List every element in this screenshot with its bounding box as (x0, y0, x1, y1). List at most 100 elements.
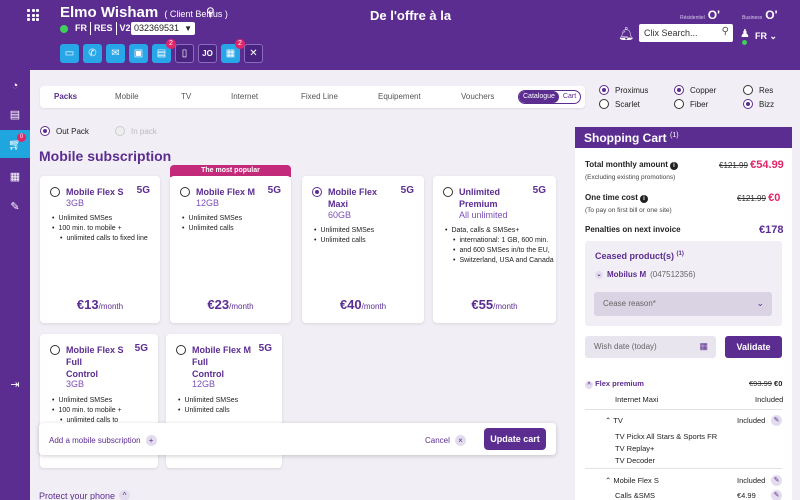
wish-date-input[interactable]: Wish date (today) ▦ (585, 336, 716, 358)
edit-icon[interactable]: ✎ (771, 475, 782, 486)
protect-phone-link[interactable]: Protect your phone ^ (39, 490, 131, 500)
out-pack-option[interactable]: Out Pack (40, 126, 89, 136)
radio-res[interactable] (743, 85, 753, 95)
radio-in-pack[interactable] (115, 126, 125, 136)
sidebar-documents-icon[interactable]: ▤ (0, 100, 30, 128)
sidebar-search-icon[interactable]: ◔ (0, 72, 30, 100)
update-cart-button[interactable]: Update cart (484, 428, 546, 450)
bell-icon[interactable]: 🔔︎ (618, 26, 635, 42)
filter-bizz[interactable]: Bizz (743, 97, 774, 111)
search-icon[interactable]: ⚲ (722, 26, 729, 37)
ceased-item[interactable]: ⌄ Mobilus M (047512356) (595, 270, 695, 279)
toggle-catalogue[interactable]: Catalogue (519, 91, 559, 103)
plan-card-flex-s[interactable]: Mobile Flex S 5G 3GB Unlimited SMSes 100… (40, 176, 160, 323)
filter-res[interactable]: Res (743, 83, 774, 97)
add-mobile-subscription-link[interactable]: Add a mobile subscription + (49, 435, 157, 446)
network-badge: 5G (134, 343, 148, 354)
chevron-down-icon: ⌄ (769, 31, 778, 41)
app-grid-icon[interactable] (27, 9, 39, 21)
tab-vouchers[interactable]: Vouchers (461, 92, 494, 101)
radio-unlimited-premium[interactable] (443, 187, 453, 197)
phone-icon[interactable]: ✆ (83, 44, 102, 63)
edit-icon[interactable]: ✎ (771, 490, 782, 500)
plan-card-flex-m[interactable]: Mobile Flex M 5G 12GB Unlimited SMSes Un… (170, 176, 291, 323)
mobile-icon[interactable]: ▯ (175, 44, 194, 63)
mobile-flex-s-toggle[interactable]: ⌃ Mobile Flex S (605, 476, 659, 485)
radio-scarlet[interactable] (599, 99, 609, 109)
calendar-icon[interactable]: ▦ (699, 341, 708, 352)
radio-bizz[interactable] (743, 99, 753, 109)
tab-equipement[interactable]: Equipement (378, 92, 421, 101)
filter-proximus[interactable]: Proximus (599, 83, 648, 97)
radio-flex-s-full-control[interactable] (50, 345, 60, 355)
sidebar-tools-icon[interactable]: ✎ (0, 192, 30, 220)
document-icon[interactable]: ▤ 2 (152, 39, 176, 63)
tv-icon[interactable]: ▣ (129, 44, 148, 63)
plan-data: All unlimited (459, 210, 508, 220)
sidebar-logout-icon[interactable]: ⇥ (0, 370, 30, 398)
network-badge: 5G (136, 185, 150, 196)
cancel-button[interactable]: Cancel × (425, 435, 466, 446)
validate-button[interactable]: Validate (725, 336, 782, 358)
onetime-note: (To pay on first bill or one site) (585, 207, 672, 214)
edit-icon[interactable]: ✎ (771, 415, 782, 426)
tv-toggle[interactable]: ⌃ TV (605, 416, 623, 425)
email-icon[interactable]: ✉ (106, 44, 125, 63)
language-select[interactable]: FR ⌄ (755, 31, 777, 42)
plan-card-flex-maxi[interactable]: Mobile FlexMaxi 5G 60GB Unlimited SMSes … (302, 176, 424, 323)
radio-out-pack[interactable] (40, 126, 50, 136)
key-icon[interactable]: ⚲ (206, 5, 215, 19)
tv-item: TV Pickx All Stars & Sports FR (615, 432, 718, 441)
plan-data: 60GB (328, 210, 352, 220)
tab-tv[interactable]: TV (181, 92, 191, 101)
plan-name: Mobile Flex S Full Control (66, 345, 124, 379)
sidebar-calculator-icon[interactable]: ▦ (0, 162, 30, 190)
radio-flex-m[interactable] (180, 187, 190, 197)
radio-flex-m-full-control[interactable] (176, 345, 186, 355)
monthly-note: (Excluding existing promotions) (585, 174, 676, 181)
radio-proximus[interactable] (599, 85, 609, 95)
shopping-cart: Shopping Cart (1) Total monthly amount i … (575, 127, 792, 500)
customer-card-icon[interactable]: ▭ (60, 44, 79, 63)
tab-mobile[interactable]: Mobile (115, 92, 139, 101)
info-icon[interactable]: i (669, 162, 678, 170)
package-icon[interactable]: ▦ 2 (221, 39, 245, 63)
brand-residential[interactable]: Résidentiel O' (680, 8, 720, 22)
jo-button[interactable]: JO (198, 44, 217, 63)
toggle-cart[interactable]: Cart (559, 91, 580, 103)
radio-flex-maxi[interactable] (312, 187, 322, 197)
number-select[interactable]: 032369531 ▼ (131, 22, 195, 35)
tv-included: Included (737, 416, 766, 425)
tv-item: TV Replay+ (615, 444, 655, 453)
filter-fiber[interactable]: Fiber (674, 97, 716, 111)
cease-reason-select[interactable]: Cease reason* ⌄ (594, 292, 772, 316)
plan-data: 3GB (66, 198, 85, 208)
status-online-icon (60, 25, 68, 33)
top-bar: Elmo Wisham ( Client Belfius ) ⚲ FR RES … (0, 0, 800, 70)
radio-flex-s[interactable] (50, 187, 60, 197)
in-pack-option[interactable]: In pack (115, 126, 157, 136)
info-icon[interactable]: i (639, 195, 648, 203)
plan-price: €40/month (339, 297, 387, 312)
chevron-up-icon: ⌃ (605, 476, 612, 485)
segment-lang: FR (72, 22, 91, 35)
client-tag: ( Client Belfius ) (164, 9, 228, 19)
radio-fiber[interactable] (674, 99, 684, 109)
brand-business[interactable]: Business O' (742, 8, 777, 22)
onetime-label: One time cost i (585, 193, 648, 203)
filter-scarlet[interactable]: Scarlet (599, 97, 648, 111)
radio-copper[interactable] (674, 85, 684, 95)
search-input[interactable]: Clix Search... ⚲ (639, 24, 733, 42)
plan-features: Unlimited SMSes 100 min. to mobile + unl… (52, 214, 147, 244)
tab-fixed-line[interactable]: Fixed Line (301, 92, 338, 101)
tools-icon[interactable]: ✕ (244, 44, 263, 63)
plan-card-unlimited-premium[interactable]: UnlimitedPremium 5G All unlimited Data, … (433, 176, 556, 323)
flex-premium-toggle[interactable]: ^ Flex premium (585, 379, 644, 389)
sidebar-cart-icon[interactable]: 🛒︎ 0 (0, 130, 30, 158)
penalties-value: €178 (759, 224, 784, 236)
segment-pills: FR RES V2 (72, 22, 134, 35)
tab-packs[interactable]: Packs (54, 92, 77, 101)
filter-copper[interactable]: Copper (674, 83, 716, 97)
user-icon[interactable]: ♟ (740, 27, 750, 40)
tab-internet[interactable]: Internet (231, 92, 258, 101)
